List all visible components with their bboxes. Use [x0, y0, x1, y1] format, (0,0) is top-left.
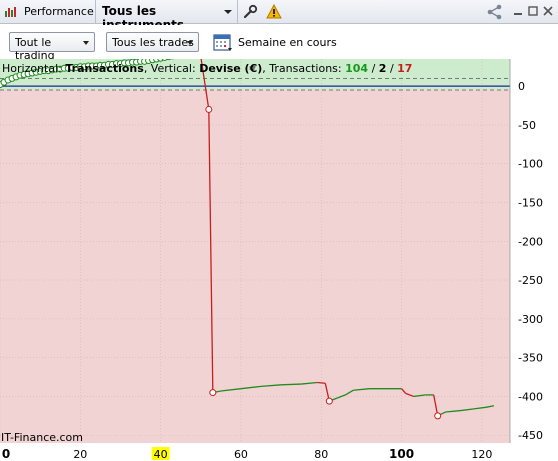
minimize-icon[interactable] — [512, 5, 524, 17]
transactions-total: 104 — [345, 62, 369, 75]
trades-filter-value: Tous les trades — [112, 36, 194, 49]
y-tick-label: -250 — [518, 274, 543, 287]
trades-filter-dropdown[interactable]: Tous les trades — [106, 32, 199, 52]
performance-chart-icon — [5, 7, 16, 17]
count-separator: / — [368, 62, 379, 75]
y-tick-label: -400 — [518, 390, 543, 403]
y-tick-label: -50 — [518, 119, 536, 132]
chart-info-line: Horizontal: Transactions, Vertical: Devi… — [2, 62, 412, 75]
y-tick-label: -150 — [518, 197, 543, 210]
count-separator: / — [386, 62, 398, 75]
loss-zone — [0, 90, 510, 443]
trading-filter-dropdown[interactable]: Tout le trading — [9, 32, 95, 62]
instrument-selector[interactable]: Tous les instruments — [96, 0, 238, 32]
vertical-prefix: , Vertical: — [143, 62, 200, 75]
tab-performance[interactable]: Performance — [0, 0, 96, 24]
y-tick-label: -300 — [518, 313, 543, 326]
maximize-icon[interactable] — [527, 5, 539, 17]
x-tick-label: 20 — [73, 448, 87, 461]
x-tick-label: 100 — [389, 447, 414, 461]
x-tick-label: 80 — [314, 448, 328, 461]
y-tick-label: -350 — [518, 352, 543, 365]
x-tick-label: 120 — [471, 448, 492, 461]
series-segment — [317, 381, 326, 384]
x-tick-label: 0 — [2, 447, 10, 461]
x-tick-label: 40 — [154, 448, 168, 461]
data-point — [325, 397, 333, 405]
chevron-down-icon — [187, 41, 193, 45]
tab-bar: Performance Tous les instruments — [0, 0, 558, 32]
filter-toolbar: Tout le trading Tous les trades Semaine … — [0, 25, 558, 62]
chevron-down-icon — [224, 10, 232, 14]
data-point — [205, 105, 213, 113]
wrench-icon[interactable] — [242, 4, 258, 20]
tab-performance-label: Performance — [24, 5, 94, 18]
period-label: Semaine en cours — [238, 36, 337, 49]
close-icon[interactable] — [542, 5, 554, 17]
y-tick-label: 0 — [518, 80, 525, 93]
horizontal-prefix: Horizontal: — [2, 62, 66, 75]
y-tick-label: -450 — [518, 429, 543, 442]
calendar-icon[interactable] — [213, 32, 233, 52]
vertical-axis-value: Devise (€) — [199, 62, 263, 75]
credit-text: IT-Finance.com — [1, 431, 83, 444]
data-point — [209, 389, 217, 397]
share-icon[interactable] — [486, 3, 504, 21]
chevron-down-icon — [83, 41, 89, 45]
horizontal-axis-value: Transactions — [65, 62, 144, 75]
y-tick-label: -200 — [518, 235, 543, 248]
data-point — [434, 412, 442, 420]
x-tick-label: 60 — [234, 448, 248, 461]
series-segment — [281, 383, 302, 386]
transactions-prefix: , Transactions: — [262, 62, 346, 75]
equity-curve-chart[interactable]: 500-50-100-150-200-250-300-350-400-45002… — [0, 59, 558, 461]
warning-icon[interactable] — [266, 4, 282, 20]
transactions-losing: 17 — [397, 62, 413, 75]
y-tick-label: -100 — [518, 158, 543, 171]
